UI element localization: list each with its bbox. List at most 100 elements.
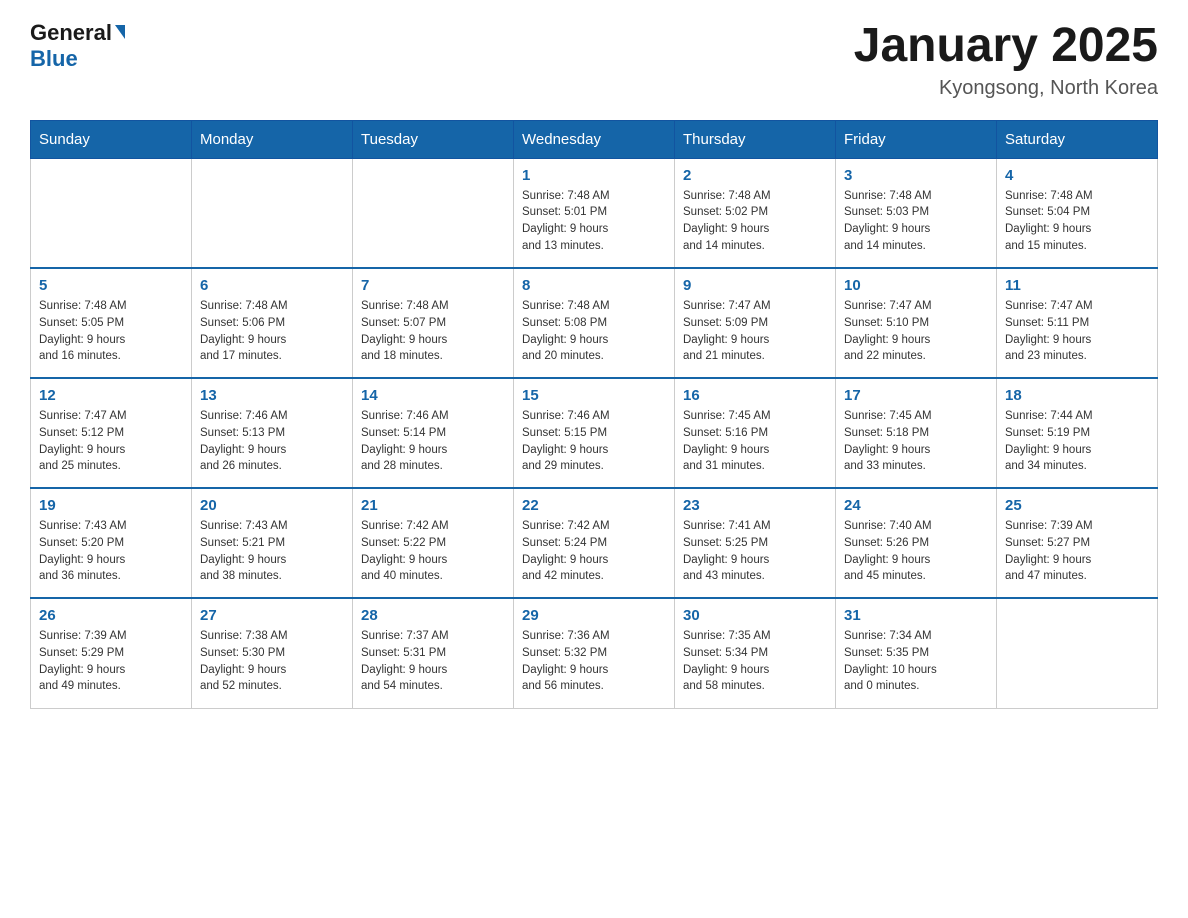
calendar-cell: 28 Sunrise: 7:37 AMSunset: 5:31 PMDayligh…	[353, 598, 514, 708]
calendar-cell: 10 Sunrise: 7:47 AMSunset: 5:10 PMDayligh…	[836, 268, 997, 378]
calendar-cell: 2Sunrise: 7:48 AMSunset: 5:02 PMDaylight…	[675, 158, 836, 268]
day-number: 9	[683, 277, 827, 294]
day-number: 11	[1005, 277, 1149, 294]
day-number: 3	[844, 167, 988, 184]
calendar-cell: 1Sunrise: 7:48 AMSunset: 5:01 PMDaylight…	[514, 158, 675, 268]
calendar-cell: 4 Sunrise: 7:48 AMSunset: 5:04 PMDaylight…	[997, 158, 1158, 268]
day-number: 22	[522, 497, 666, 514]
day-info: Sunrise: 7:48 AMSunset: 5:06 PMDaylight:…	[200, 298, 344, 365]
calendar-cell	[192, 158, 353, 268]
calendar-cell: 20 Sunrise: 7:43 AMSunset: 5:21 PMDayligh…	[192, 488, 353, 598]
col-header-friday: Friday	[836, 120, 997, 158]
calendar-cell: 11 Sunrise: 7:47 AMSunset: 5:11 PMDayligh…	[997, 268, 1158, 378]
day-info: Sunrise: 7:48 AMSunset: 5:05 PMDaylight:…	[39, 298, 183, 365]
day-number: 15	[522, 387, 666, 404]
day-number: 4	[1005, 167, 1149, 184]
title-section: January 2025 Kyongsong, North Korea	[854, 20, 1158, 100]
calendar-cell: 16Sunrise: 7:45 AMSunset: 5:16 PMDayligh…	[675, 378, 836, 488]
logo-blue-container	[112, 25, 125, 41]
day-number: 10	[844, 277, 988, 294]
day-info: Sunrise: 7:44 AMSunset: 5:19 PMDaylight:…	[1005, 408, 1149, 475]
calendar-cell: 18 Sunrise: 7:44 AMSunset: 5:19 PMDayligh…	[997, 378, 1158, 488]
day-info: Sunrise: 7:47 AMSunset: 5:10 PMDaylight:…	[844, 298, 988, 365]
logo-general-text: General	[30, 20, 112, 46]
col-header-saturday: Saturday	[997, 120, 1158, 158]
day-number: 28	[361, 607, 505, 624]
day-info: Sunrise: 7:46 AMSunset: 5:15 PMDaylight:…	[522, 408, 666, 475]
day-info: Sunrise: 7:46 AMSunset: 5:13 PMDaylight:…	[200, 408, 344, 475]
day-info: Sunrise: 7:42 AMSunset: 5:24 PMDaylight:…	[522, 518, 666, 585]
day-number: 12	[39, 387, 183, 404]
day-number: 18	[1005, 387, 1149, 404]
day-info: Sunrise: 7:47 AMSunset: 5:12 PMDaylight:…	[39, 408, 183, 475]
day-info: Sunrise: 7:48 AMSunset: 5:07 PMDaylight:…	[361, 298, 505, 365]
col-header-monday: Monday	[192, 120, 353, 158]
day-info: Sunrise: 7:45 AMSunset: 5:18 PMDaylight:…	[844, 408, 988, 475]
logo: General Blue	[30, 20, 125, 72]
day-info: Sunrise: 7:47 AMSunset: 5:11 PMDaylight:…	[1005, 298, 1149, 365]
calendar-cell: 15 Sunrise: 7:46 AMSunset: 5:15 PMDayligh…	[514, 378, 675, 488]
day-info: Sunrise: 7:48 AMSunset: 5:04 PMDaylight:…	[1005, 188, 1149, 255]
calendar-cell: 8Sunrise: 7:48 AMSunset: 5:08 PMDaylight…	[514, 268, 675, 378]
day-info: Sunrise: 7:43 AMSunset: 5:20 PMDaylight:…	[39, 518, 183, 585]
calendar-cell: 6Sunrise: 7:48 AMSunset: 5:06 PMDaylight…	[192, 268, 353, 378]
day-number: 14	[361, 387, 505, 404]
calendar-cell: 3 Sunrise: 7:48 AMSunset: 5:03 PMDaylight…	[836, 158, 997, 268]
calendar-cell: 29Sunrise: 7:36 AMSunset: 5:32 PMDayligh…	[514, 598, 675, 708]
col-header-wednesday: Wednesday	[514, 120, 675, 158]
calendar-header-row: SundayMondayTuesdayWednesdayThursdayFrid…	[31, 120, 1158, 158]
calendar-cell	[31, 158, 192, 268]
day-number: 23	[683, 497, 827, 514]
day-number: 30	[683, 607, 827, 624]
logo-triangle-icon	[115, 25, 125, 39]
day-info: Sunrise: 7:46 AMSunset: 5:14 PMDaylight:…	[361, 408, 505, 475]
calendar-cell: 14 Sunrise: 7:46 AMSunset: 5:14 PMDayligh…	[353, 378, 514, 488]
calendar-cell: 25 Sunrise: 7:39 AMSunset: 5:27 PMDayligh…	[997, 488, 1158, 598]
calendar-cell	[997, 598, 1158, 708]
day-number: 25	[1005, 497, 1149, 514]
calendar-cell: 23 Sunrise: 7:41 AMSunset: 5:25 PMDayligh…	[675, 488, 836, 598]
day-info: Sunrise: 7:35 AMSunset: 5:34 PMDaylight:…	[683, 628, 827, 695]
day-info: Sunrise: 7:48 AMSunset: 5:03 PMDaylight:…	[844, 188, 988, 255]
calendar-row-2: 5 Sunrise: 7:48 AMSunset: 5:05 PMDaylight…	[31, 268, 1158, 378]
calendar-cell: 26 Sunrise: 7:39 AMSunset: 5:29 PMDayligh…	[31, 598, 192, 708]
day-number: 24	[844, 497, 988, 514]
day-info: Sunrise: 7:45 AMSunset: 5:16 PMDaylight:…	[683, 408, 827, 475]
day-number: 1	[522, 167, 666, 184]
calendar-cell	[353, 158, 514, 268]
day-info: Sunrise: 7:39 AMSunset: 5:29 PMDaylight:…	[39, 628, 183, 695]
calendar-cell: 9 Sunrise: 7:47 AMSunset: 5:09 PMDaylight…	[675, 268, 836, 378]
day-number: 13	[200, 387, 344, 404]
day-number: 27	[200, 607, 344, 624]
day-info: Sunrise: 7:48 AMSunset: 5:02 PMDaylight:…	[683, 188, 827, 255]
day-info: Sunrise: 7:39 AMSunset: 5:27 PMDaylight:…	[1005, 518, 1149, 585]
day-number: 31	[844, 607, 988, 624]
day-info: Sunrise: 7:47 AMSunset: 5:09 PMDaylight:…	[683, 298, 827, 365]
calendar-cell: 7 Sunrise: 7:48 AMSunset: 5:07 PMDaylight…	[353, 268, 514, 378]
day-number: 5	[39, 277, 183, 294]
logo-blue-text: Blue	[30, 46, 78, 72]
day-info: Sunrise: 7:41 AMSunset: 5:25 PMDaylight:…	[683, 518, 827, 585]
day-number: 8	[522, 277, 666, 294]
day-number: 7	[361, 277, 505, 294]
day-info: Sunrise: 7:38 AMSunset: 5:30 PMDaylight:…	[200, 628, 344, 695]
calendar-row-3: 12 Sunrise: 7:47 AMSunset: 5:12 PMDayligh…	[31, 378, 1158, 488]
day-number: 26	[39, 607, 183, 624]
calendar-row-1: 1Sunrise: 7:48 AMSunset: 5:01 PMDaylight…	[31, 158, 1158, 268]
day-info: Sunrise: 7:37 AMSunset: 5:31 PMDaylight:…	[361, 628, 505, 695]
day-number: 20	[200, 497, 344, 514]
col-header-tuesday: Tuesday	[353, 120, 514, 158]
day-info: Sunrise: 7:43 AMSunset: 5:21 PMDaylight:…	[200, 518, 344, 585]
day-number: 21	[361, 497, 505, 514]
calendar-cell: 24Sunrise: 7:40 AMSunset: 5:26 PMDayligh…	[836, 488, 997, 598]
page-header: General Blue January 2025 Kyongsong, Nor…	[30, 20, 1158, 100]
calendar-cell: 12 Sunrise: 7:47 AMSunset: 5:12 PMDayligh…	[31, 378, 192, 488]
day-number: 29	[522, 607, 666, 624]
calendar-cell: 17Sunrise: 7:45 AMSunset: 5:18 PMDayligh…	[836, 378, 997, 488]
calendar-cell: 31 Sunrise: 7:34 AMSunset: 5:35 PMDayligh…	[836, 598, 997, 708]
calendar-cell: 30 Sunrise: 7:35 AMSunset: 5:34 PMDayligh…	[675, 598, 836, 708]
calendar-row-5: 26 Sunrise: 7:39 AMSunset: 5:29 PMDayligh…	[31, 598, 1158, 708]
calendar-cell: 5 Sunrise: 7:48 AMSunset: 5:05 PMDaylight…	[31, 268, 192, 378]
day-info: Sunrise: 7:34 AMSunset: 5:35 PMDaylight:…	[844, 628, 988, 695]
calendar-cell: 27 Sunrise: 7:38 AMSunset: 5:30 PMDayligh…	[192, 598, 353, 708]
